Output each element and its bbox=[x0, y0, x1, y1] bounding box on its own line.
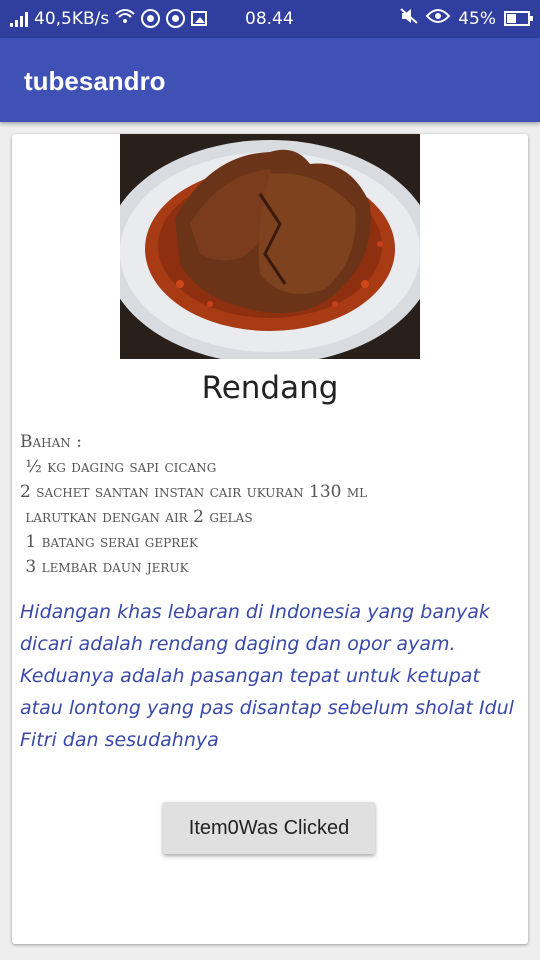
app-title: tubesandro bbox=[24, 66, 166, 96]
food-image bbox=[120, 134, 420, 359]
mute-icon bbox=[400, 8, 418, 29]
whatsapp-icon bbox=[166, 9, 186, 28]
eye-icon bbox=[425, 8, 451, 29]
chrome-icon bbox=[141, 9, 161, 28]
ingredient-item: 3 lembar daun jeruk bbox=[20, 557, 189, 577]
battery-icon bbox=[504, 11, 533, 26]
ingredient-item: larutkan dengan air 2 gelas bbox=[20, 507, 253, 527]
status-time: 08.44 bbox=[245, 9, 294, 29]
ingredient-list: Bahan : ½ kg daging sapi cicang 2 sachet… bbox=[20, 430, 520, 580]
item-clicked-button[interactable]: Item0Was Clicked bbox=[163, 802, 375, 854]
ingredient-item: 1 batang serai geprek bbox=[20, 532, 198, 552]
battery-percent: 45% bbox=[458, 8, 496, 29]
app-bar: tubesandro bbox=[0, 38, 540, 122]
status-bar: 40,5KB/s 08.44 45% bbox=[0, 0, 540, 38]
net-speed: 40,5KB/s bbox=[34, 8, 110, 29]
recipe-card: Rendang Bahan : ½ kg daging sapi cicang … bbox=[12, 134, 528, 944]
status-left: 40,5KB/s bbox=[10, 8, 208, 29]
wifi-icon bbox=[115, 8, 135, 29]
ingredient-item: 2 sachet santan instan cair ukuran 130 m… bbox=[20, 482, 368, 502]
dish-title: Rendang bbox=[201, 370, 339, 406]
recipe-description: Hidangan khas lebaran di Indonesia yang … bbox=[20, 601, 514, 751]
ingredient-item: ½ kg daging sapi cicang bbox=[20, 457, 217, 477]
ingredient-heading: Bahan : bbox=[20, 432, 82, 452]
signal-icon bbox=[10, 11, 28, 27]
status-right: 45% bbox=[400, 8, 533, 29]
gallery-icon bbox=[191, 11, 208, 26]
